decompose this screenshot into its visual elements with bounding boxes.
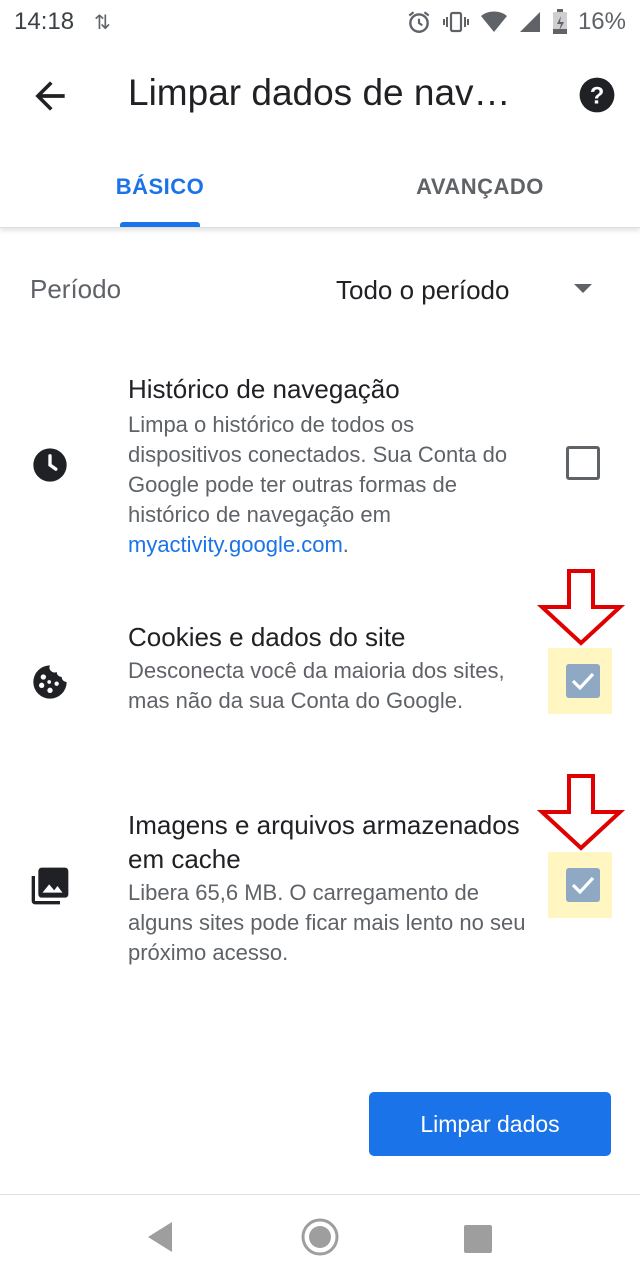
page-title: Limpar dados de nav… — [128, 72, 511, 113]
wifi-icon — [480, 11, 507, 32]
nav-back-icon[interactable] — [146, 1220, 176, 1254]
status-icons: 16% — [406, 8, 626, 36]
clock-icon — [33, 448, 67, 482]
app-bar: Limpar dados de nav… ? — [0, 46, 640, 146]
callout-arrow-icon — [536, 774, 626, 851]
period-label: Período — [30, 274, 122, 304]
signal-icon — [519, 12, 540, 32]
nav-home-icon[interactable] — [300, 1217, 340, 1257]
status-bar: 14:18 ⇅ 16% — [0, 0, 640, 46]
vibrate-icon — [442, 11, 469, 33]
alarm-icon — [408, 11, 430, 33]
arrow-back-icon[interactable] — [28, 74, 72, 118]
cookie-icon — [33, 665, 67, 699]
check-icon — [571, 672, 595, 691]
battery-percent: 16% — [577, 8, 626, 35]
history-description: Limpa o histórico de todos os dispositiv… — [128, 410, 528, 560]
tab-advanced[interactable]: AVANÇADO — [320, 146, 640, 228]
period-value: Todo o período — [336, 274, 510, 305]
cache-checkbox[interactable] — [566, 868, 600, 902]
history-description-text: Limpa o histórico de todos os dispositiv… — [128, 412, 508, 527]
tab-indicator — [120, 222, 200, 227]
cookies-checkbox[interactable] — [566, 664, 600, 698]
image-stack-icon — [31, 867, 69, 905]
history-description-suffix: . — [342, 532, 349, 557]
check-icon — [571, 876, 595, 895]
system-nav-bar — [0, 1195, 640, 1280]
cache-title: Imagens e arquivos armazenados em cache — [128, 810, 520, 874]
cookies-title: Cookies e dados do site — [128, 622, 406, 652]
sync-icon: ⇅ — [94, 12, 111, 34]
history-title: Histórico de navegação — [128, 374, 400, 404]
tab-bar: BÁSICO AVANÇADO — [0, 146, 640, 228]
cache-description: Libera 65,6 MB. O carregamento de alguns… — [128, 880, 526, 965]
clear-data-button[interactable]: Limpar dados — [369, 1092, 611, 1156]
nav-recents-icon[interactable] — [464, 1225, 492, 1253]
myactivity-link[interactable]: myactivity.google.com — [128, 532, 343, 557]
battery-icon — [552, 9, 567, 34]
history-checkbox[interactable] — [566, 446, 600, 480]
tab-basic[interactable]: BÁSICO — [0, 146, 320, 228]
help-icon[interactable]: ? — [578, 76, 616, 114]
period-dropdown[interactable]: Todo o período — [336, 268, 606, 312]
cookies-description: Desconecta você da maioria dos sites, ma… — [128, 658, 505, 713]
dropdown-arrow-icon — [574, 284, 592, 293]
svg-text:?: ? — [590, 83, 605, 110]
status-time: 14:18 — [14, 8, 75, 35]
callout-arrow-icon — [536, 569, 626, 646]
